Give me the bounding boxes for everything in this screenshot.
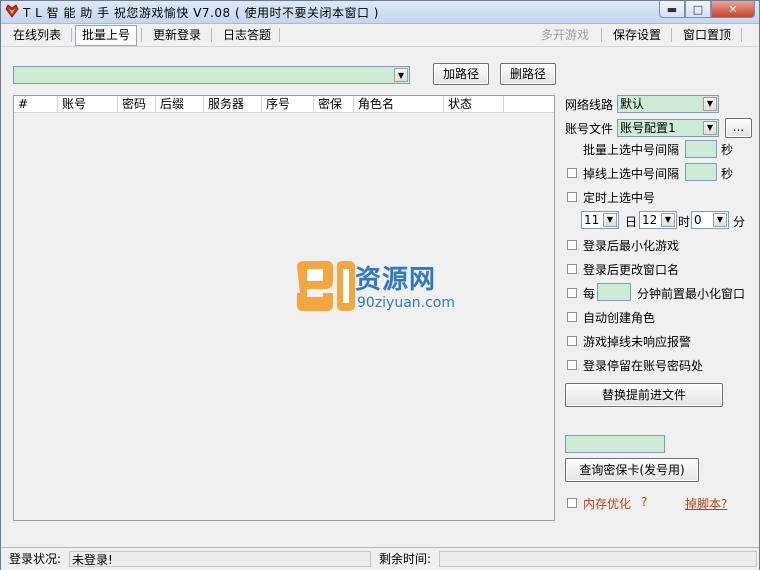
watermark: 资源网 90ziyuan.com: [293, 259, 473, 319]
column-header-role-name[interactable]: 角色名: [354, 96, 444, 112]
remaining-time-value: [439, 551, 757, 567]
drop-interval-input[interactable]: [685, 163, 717, 181]
timed-login-label: 定时上选中号: [583, 191, 656, 205]
account-list-header: # 账号 密码 后缀 服务器 序号 密保 角色名 状态: [14, 96, 554, 113]
tab-separator: [71, 28, 72, 42]
column-header-suffix[interactable]: 后缀: [156, 96, 204, 112]
watermark-logo-icon: [297, 261, 355, 311]
periodic-minimize-every: 每: [583, 287, 596, 301]
query-security-card-button[interactable]: 查询密保卡(发号用): [565, 458, 699, 482]
minute-dropdown[interactable]: 0 ▼: [691, 211, 729, 229]
tab-separator: [211, 28, 212, 42]
account-file-dropdown[interactable]: 账号配置1 ▼: [617, 119, 719, 137]
batch-interval-unit: 秒: [721, 143, 734, 157]
chevron-down-icon[interactable]: ▼: [603, 213, 617, 227]
minute-value: 0: [694, 213, 702, 227]
close-button[interactable]: ✕: [711, 1, 755, 18]
login-status-label: 登录状况:: [9, 552, 62, 566]
maximize-button[interactable]: □: [685, 1, 711, 18]
tab-batch-login[interactable]: 批量上号: [75, 25, 138, 46]
memory-optimize-help-link[interactable]: ?: [641, 495, 647, 509]
browse-account-file-button[interactable]: ...: [725, 118, 752, 138]
minimize-button[interactable]: ▬: [659, 1, 685, 18]
hour-dropdown[interactable]: 12 ▼: [639, 211, 677, 229]
auto-create-role-checkbox[interactable]: [567, 312, 577, 322]
column-header-password[interactable]: 密码: [118, 96, 156, 112]
game-path-dropdown[interactable]: ▼: [13, 66, 410, 84]
remove-path-button[interactable]: 删路径: [500, 63, 556, 85]
periodic-minimize-input[interactable]: [597, 283, 631, 301]
account-file-value: 账号配置1: [620, 121, 676, 135]
login-status-value: 未登录!: [69, 551, 371, 567]
app-logo-icon: [5, 4, 19, 18]
periodic-minimize-checkbox[interactable]: [567, 288, 577, 298]
chevron-down-icon[interactable]: ▼: [661, 213, 675, 227]
tab-separator: [279, 28, 280, 42]
chevron-down-icon[interactable]: ▼: [703, 97, 717, 111]
window-pin-top-button[interactable]: 窗口置顶: [677, 26, 737, 44]
hour-value: 12: [642, 213, 658, 227]
tab-separator: [671, 28, 672, 42]
watermark-text-cn: 资源网: [355, 265, 437, 295]
timed-login-checkbox[interactable]: [567, 192, 577, 202]
drop-alarm-checkbox[interactable]: [567, 336, 577, 346]
column-header-index[interactable]: #: [14, 96, 58, 112]
stay-on-login-label: 登录停留在账号密码处: [583, 359, 704, 373]
add-path-button[interactable]: 加路径: [433, 63, 489, 85]
window-title: T L 智 能 助 手 祝您游戏愉快 V7.08 ( 使用时不要关闭本窗口 ): [23, 6, 379, 20]
tab-separator: [741, 28, 742, 42]
network-line-label: 网络线路: [565, 98, 614, 112]
account-file-label: 账号文件: [565, 122, 614, 136]
remaining-time-label: 剩余时间:: [379, 552, 432, 566]
batch-interval-input[interactable]: [685, 140, 717, 158]
network-line-value: 默认: [620, 97, 645, 111]
chevron-down-icon[interactable]: ▼: [703, 121, 717, 135]
replace-file-button[interactable]: 替换提前进文件: [565, 383, 723, 407]
watermark-text-en: 90ziyuan.com: [357, 295, 456, 311]
title-bar[interactable]: T L 智 能 助 手 祝您游戏愉快 V7.08 ( 使用时不要关闭本窗口 ) …: [1, 1, 759, 24]
tab-bar: 在线列表 批量上号 更新登录 日志答题 多开游戏 保存设置 窗口置顶: [1, 24, 759, 47]
periodic-minimize-label: 分钟前置最小化窗口: [637, 287, 746, 301]
tab-update-login[interactable]: 更新登录: [147, 26, 207, 44]
minute-unit: 分: [733, 215, 746, 229]
column-header-server[interactable]: 服务器: [204, 96, 262, 112]
hour-unit: 时: [678, 215, 691, 229]
drop-interval-unit: 秒: [721, 167, 734, 181]
rename-after-login-checkbox[interactable]: [567, 264, 577, 274]
save-settings-button[interactable]: 保存设置: [607, 26, 667, 44]
memory-optimize-checkbox[interactable]: [567, 498, 577, 508]
app-window: T L 智 能 助 手 祝您游戏愉快 V7.08 ( 使用时不要关闭本窗口 ) …: [0, 0, 760, 570]
multi-open-game-button[interactable]: 多开游戏: [535, 26, 595, 44]
day-unit: 日: [625, 215, 638, 229]
tab-online-list[interactable]: 在线列表: [7, 26, 67, 44]
tab-log-answer[interactable]: 日志答题: [217, 26, 277, 44]
rename-after-login-label: 登录后更改窗口名: [583, 263, 680, 277]
network-line-dropdown[interactable]: 默认 ▼: [617, 95, 719, 113]
drop-alarm-label: 游戏掉线未响应报警: [583, 335, 692, 349]
window-controls: ▬ □ ✕: [659, 1, 755, 19]
stay-on-login-checkbox[interactable]: [567, 360, 577, 370]
account-list[interactable]: # 账号 密码 后缀 服务器 序号 密保 角色名 状态: [13, 95, 555, 521]
tab-separator: [141, 28, 142, 42]
minimize-after-login-checkbox[interactable]: [567, 240, 577, 250]
chevron-down-icon[interactable]: ▼: [713, 213, 727, 227]
column-header-security[interactable]: 密保: [314, 96, 354, 112]
column-header-serial[interactable]: 序号: [262, 96, 314, 112]
security-card-input[interactable]: [565, 435, 665, 453]
chevron-down-icon[interactable]: ▼: [394, 68, 408, 82]
day-value: 11: [584, 213, 600, 227]
memory-optimize-label: 内存优化: [583, 497, 632, 511]
drop-interval-label: 掉线上选中号间隔: [583, 167, 680, 181]
auto-create-role-label: 自动创建角色: [583, 311, 656, 325]
status-bar: 登录状况: 未登录! 剩余时间:: [1, 547, 759, 570]
column-header-status[interactable]: 状态: [444, 96, 504, 112]
day-dropdown[interactable]: 11 ▼: [581, 211, 619, 229]
minimize-after-login-label: 登录后最小化游戏: [583, 239, 680, 253]
batch-interval-label: 批量上选中号间隔: [583, 143, 680, 157]
column-header-account[interactable]: 账号: [58, 96, 118, 112]
drop-relogin-checkbox[interactable]: [567, 168, 577, 178]
tab-separator: [601, 28, 602, 42]
drop-script-link[interactable]: 掉脚本?: [685, 495, 727, 512]
